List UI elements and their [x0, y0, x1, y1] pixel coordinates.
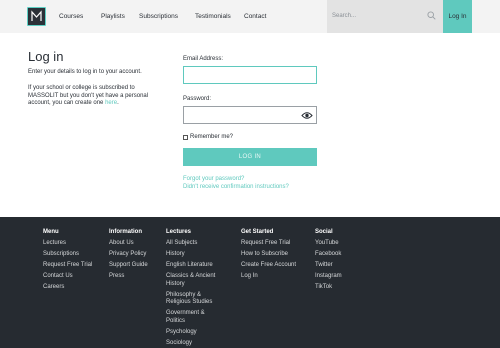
- create-account-link[interactable]: here: [105, 100, 117, 106]
- search-input[interactable]: Search...: [327, 0, 443, 33]
- footer-heading: Lectures: [166, 229, 192, 235]
- nav-subscriptions-label: Subscriptions: [139, 13, 179, 20]
- search-icon[interactable]: [427, 11, 436, 20]
- footer-link[interactable]: Psychology: [166, 329, 224, 337]
- footer-link[interactable]: All Subjects: [166, 240, 224, 248]
- footer-link[interactable]: Government & Politics: [166, 310, 224, 325]
- footer-link[interactable]: Privacy Policy: [109, 251, 164, 259]
- footer-link[interactable]: Support Guide: [109, 262, 164, 270]
- footer-link[interactable]: Philosophy & Religious Studies: [166, 292, 224, 307]
- page-title: Log in: [28, 49, 64, 64]
- school-text-end: .: [117, 100, 119, 106]
- footer-link[interactable]: Classics & Ancient History: [166, 273, 224, 288]
- school-text: If your school or college is subscribed …: [28, 85, 149, 106]
- password-label: Password:: [183, 96, 212, 102]
- nav-testimonials-label: Testimonials: [195, 13, 231, 20]
- footer-link[interactable]: Log In: [241, 273, 311, 281]
- footer-column-lectures: Lectures All Subjects History English Li…: [166, 229, 224, 348]
- nav-courses[interactable]: Courses: [59, 0, 83, 33]
- footer-link[interactable]: Subscriptions: [43, 251, 103, 259]
- nav-playlists[interactable]: Playlists: [101, 0, 125, 33]
- nav-subscriptions[interactable]: Subscriptions: [139, 0, 178, 33]
- footer-heading: Menu: [43, 229, 59, 235]
- footer-heading: Information: [109, 229, 142, 235]
- login-submit-button[interactable]: LOG IN: [183, 148, 317, 166]
- nav-contact-label: Contact: [244, 13, 267, 20]
- footer-column-information: Information About Us Privacy Policy Supp…: [109, 229, 164, 284]
- footer-link[interactable]: Careers: [43, 284, 103, 292]
- footer-link[interactable]: TikTok: [315, 284, 365, 292]
- footer-link[interactable]: YouTube: [315, 240, 365, 248]
- footer-link[interactable]: History: [166, 251, 224, 259]
- footer-heading: Get Started: [241, 229, 274, 235]
- footer-heading: Social: [315, 229, 333, 235]
- footer-link[interactable]: Instagram: [315, 273, 365, 281]
- site-footer: Menu Lectures Subscriptions Request Free…: [0, 217, 500, 348]
- nav-playlists-label: Playlists: [101, 13, 125, 20]
- eye-icon[interactable]: [301, 111, 313, 120]
- school-subscription-text: If your school or college is subscribed …: [28, 85, 158, 108]
- nav-courses-label: Courses: [59, 13, 84, 20]
- search-placeholder: Search...: [332, 13, 357, 19]
- forgot-password-link[interactable]: Forgot your password?: [183, 176, 244, 182]
- email-field[interactable]: [183, 66, 317, 84]
- footer-link[interactable]: About Us: [109, 240, 164, 248]
- massolit-logo-icon[interactable]: [27, 7, 46, 26]
- remember-me-checkbox[interactable]: [183, 135, 188, 140]
- nav-contact[interactable]: Contact: [244, 0, 266, 33]
- footer-column-get-started: Get Started Request Free Trial How to Su…: [241, 229, 311, 284]
- login-submit-label: LOG IN: [238, 154, 262, 160]
- footer-link[interactable]: Sociology: [166, 340, 224, 348]
- header-login-label: Log In: [448, 13, 467, 20]
- nav-testimonials[interactable]: Testimonials: [195, 0, 231, 33]
- footer-link[interactable]: Request Free Trial: [43, 262, 103, 270]
- email-label: Email Address:: [183, 56, 224, 62]
- footer-link[interactable]: How to Subscribe: [241, 251, 311, 259]
- footer-link[interactable]: Facebook: [315, 251, 365, 259]
- footer-column-social: Social YouTube Facebook Twitter Instagra…: [315, 229, 365, 295]
- footer-link[interactable]: Request Free Trial: [241, 240, 311, 248]
- footer-link[interactable]: Contact Us: [43, 273, 103, 281]
- password-field[interactable]: [183, 106, 317, 124]
- top-navigation-bar: Courses Playlists Subscriptions Testimon…: [0, 0, 500, 33]
- footer-column-menu: Menu Lectures Subscriptions Request Free…: [43, 229, 103, 295]
- footer-link[interactable]: Press: [109, 273, 164, 281]
- remember-me-label: Remember me?: [190, 134, 234, 140]
- confirmation-instructions-link[interactable]: Didn't receive confirmation instructions…: [183, 184, 289, 190]
- footer-link[interactable]: Lectures: [43, 240, 103, 248]
- footer-link[interactable]: Create Free Account: [241, 262, 311, 270]
- footer-link[interactable]: English Literature: [166, 262, 224, 270]
- intro-text: Enter your details to log in to your acc…: [28, 69, 142, 75]
- header-login-button[interactable]: Log In: [443, 0, 472, 33]
- footer-link[interactable]: Twitter: [315, 262, 365, 270]
